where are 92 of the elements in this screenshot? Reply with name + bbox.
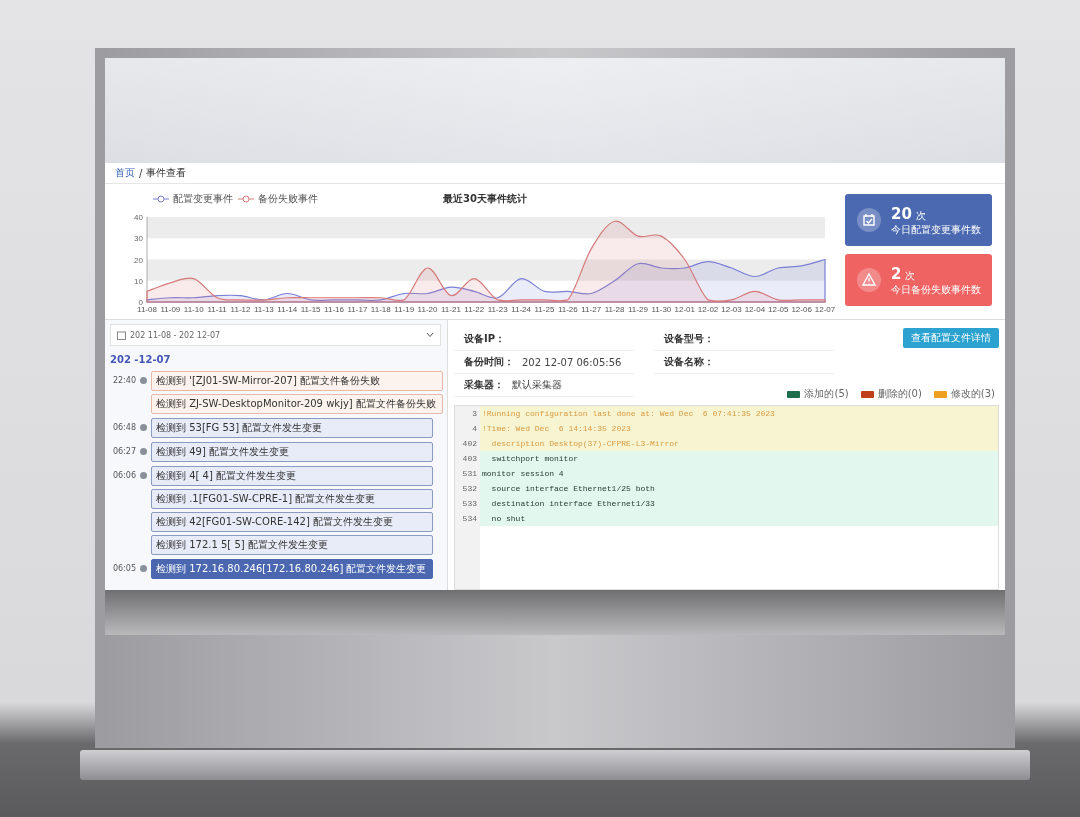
axis-tick-label: 30 <box>134 234 143 244</box>
axis-tick-label: 0 <box>138 298 143 307</box>
axis-tick-label: 12-01 <box>674 305 695 314</box>
axis-tick-label: 11-28 <box>604 305 625 314</box>
event-item[interactable]: 检测到 4[ 4] 配置文件发生变更 <box>151 466 433 486</box>
legend-label: 修改的(3) <box>950 387 995 401</box>
axis-tick-label: 20 <box>134 255 143 265</box>
axis-tick-label: 11-14 <box>277 305 298 314</box>
legend-item: 备份失败事件 <box>237 193 318 204</box>
warning-icon <box>857 268 881 292</box>
axis-tick-label: 11-30 <box>651 305 672 314</box>
timeline-time: 06:05 <box>111 563 136 575</box>
axis-tick-label: 11-29 <box>628 305 648 314</box>
axis-tick-label: 12-07 <box>814 305 835 314</box>
timeline-time: 06:48 <box>111 422 136 434</box>
axis-tick-label: 11-13 <box>253 305 274 314</box>
timeline-dot <box>140 472 147 479</box>
axis-tick-label: 11-20 <box>417 305 438 314</box>
axis-tick-label: 11-10 <box>183 305 204 314</box>
axis-tick-label: 11-25 <box>534 305 555 314</box>
timeline-dot <box>140 424 147 431</box>
axis-tick-label: 12-03 <box>721 305 742 314</box>
line-number: 531 <box>455 466 480 481</box>
event-item[interactable]: 检测到 53[FG 53] 配置文件发生变更 <box>151 418 433 438</box>
stat-label: 今日备份失败事件数 <box>891 282 981 297</box>
event-item[interactable]: 检测到 42[FG01-SW-CORE-142] 配置文件发生变更 <box>151 512 433 532</box>
caret-icon <box>426 332 434 338</box>
line-number: 403 <box>455 451 480 466</box>
date-range-select[interactable]: 202 11-08 - 202 12-07 <box>110 324 441 346</box>
axis-tick-label: 40 <box>134 213 143 222</box>
axis-tick-label: 12-05 <box>768 305 789 314</box>
event-item[interactable]: 检测到 .1[FG01-SW-CPRE-1] 配置文件发生变更 <box>151 489 433 509</box>
axis-tick-label: 11-21 <box>441 305 461 314</box>
axis-tick-label: 11-17 <box>347 305 368 314</box>
axis-tick-label: 11-12 <box>230 305 251 314</box>
field-label: 采集器： <box>464 378 504 392</box>
axis-tick-label: 11-22 <box>464 305 485 314</box>
timeline-time: 06:06 <box>111 470 136 482</box>
legend-item: 配置变更事件 <box>152 193 233 204</box>
field-label: 备份时间： <box>464 355 514 369</box>
event-item[interactable]: 检测到 '[ZJ01-SW-Mirror-207] 配置文件备份失败 <box>151 371 443 391</box>
stat-count: 20 <box>891 204 912 223</box>
axis-tick-label: 11-26 <box>557 305 578 314</box>
line-number: 3 <box>455 406 480 421</box>
stat-count: 2 <box>891 264 902 283</box>
field-value: 默认采集器 <box>512 378 562 392</box>
event-item[interactable]: 检测到 172.1 5[ 5] 配置文件发生变更 <box>151 535 433 555</box>
axis-tick-label: 11-23 <box>487 305 508 314</box>
timeline-dot <box>140 565 147 572</box>
event-item[interactable]: 检测到 49] 配置文件发生变更 <box>151 442 433 462</box>
axis-tick-label: 11-18 <box>370 305 391 314</box>
calendar-icon <box>857 208 881 232</box>
field-value: 202 12-07 06:05:56 <box>522 356 622 368</box>
axis-tick-label: 11-24 <box>511 305 531 314</box>
breadcrumb-link[interactable]: 首页 <box>115 166 135 180</box>
axis-tick-label: 12-06 <box>791 305 812 314</box>
axis-tick-label: 12-04 <box>744 305 766 314</box>
timeline-time: 22:40 <box>111 375 136 387</box>
axis-tick-label: 12-02 <box>697 305 719 314</box>
timeline-time: 06:27 <box>111 446 136 458</box>
axis-tick-label: 11-08 <box>137 305 157 314</box>
stat-unit: 次 <box>905 269 916 281</box>
axis-tick-label: 11-15 <box>300 305 321 314</box>
breadcrumb-current: 事件查看 <box>146 166 187 180</box>
legend-label: 配置变更事件 <box>173 193 233 204</box>
axis-tick-label: 11-09 <box>160 305 181 314</box>
line-number: 533 <box>455 496 480 511</box>
event-item[interactable]: 检测到 ZJ-SW-DesktopMonitor-209 wkjy] 配置文件备份失败 <box>151 394 443 414</box>
legend-label: 备份失败事件 <box>258 193 318 204</box>
timeline-dot <box>140 448 147 455</box>
line-number: 532 <box>455 481 480 496</box>
line-number: 4 <box>455 421 480 436</box>
legend-label: 添加的(5) <box>804 387 849 401</box>
legend-label: 删除的(0) <box>877 387 922 401</box>
axis-tick-label: 11-11 <box>207 305 227 314</box>
event-item[interactable]: 检测到 172.16.80.246[172.16.80.246] 配置文件发生变更 <box>151 559 434 579</box>
timeline-dot <box>140 377 147 384</box>
chart-title: 最近30天事件统计 <box>443 193 527 204</box>
axis-tick-label: 11-19 <box>394 305 415 314</box>
axis-tick-label: 10 <box>134 276 143 286</box>
stat-label: 今日配置变更事件数 <box>891 222 981 237</box>
axis-tick-label: 11-27 <box>581 305 602 314</box>
line-number: 534 <box>455 511 480 526</box>
field-label: 设备型号： <box>664 332 714 346</box>
field-label: 设备IP： <box>464 332 506 346</box>
stat-unit: 次 <box>915 209 926 221</box>
calendar-icon <box>117 330 126 340</box>
breadcrumb-separator: / <box>139 167 143 179</box>
axis-tick-label: 11-16 <box>324 305 344 314</box>
line-number: 402 <box>455 436 480 451</box>
timeline-date: 202 -12-07 <box>110 354 172 365</box>
field-label: 设备名称： <box>664 355 714 369</box>
